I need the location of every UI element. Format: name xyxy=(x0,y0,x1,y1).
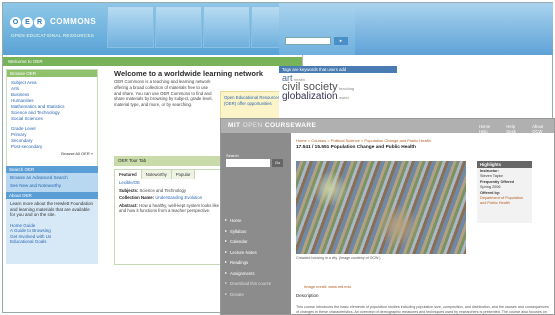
tag-cloud-header: Tags are keywords that users add xyxy=(279,66,397,73)
featured-title-link[interactable]: Lexible/OE xyxy=(119,180,140,185)
browse-list: Subject Area Arts Business Humanities Ma… xyxy=(7,77,97,153)
oer-search-input[interactable] xyxy=(285,37,331,45)
logo-letter-e: E xyxy=(22,17,33,28)
tour-bar[interactable]: OER Tour Tab xyxy=(114,156,225,166)
mit-main-content: Home > Courses > Political Science > Pop… xyxy=(296,133,554,314)
mit-ocw-window: MIT OPEN COURSEWARE Home Help Help Desk … xyxy=(220,118,555,315)
about-text: Learn more about the Hewlett Foundation … xyxy=(10,201,94,217)
offered-row: Offered by: Department of Population and … xyxy=(477,190,532,206)
green-bar-label: Welcome to OER xyxy=(8,59,43,64)
course-photo xyxy=(296,161,466,254)
tag-small[interactable]: world xyxy=(339,95,349,100)
oer-nav-tabs xyxy=(107,6,298,48)
instructor-label: Instructor: xyxy=(480,169,499,173)
search-panel: Search OER Browse an Advanced Search See… xyxy=(6,166,98,194)
tag-cloud-panel: Tags are keywords that users add art hea… xyxy=(279,66,397,126)
about-panel: About OER Learn more about the Hewlett F… xyxy=(6,192,98,264)
course-title: 17.541 / 15.551 Population Change and Pu… xyxy=(296,145,416,150)
tab-row: Featured Noteworthy Popular xyxy=(115,170,224,179)
nav-tab-2[interactable] xyxy=(155,6,202,48)
oer-search-button[interactable]: ► xyxy=(334,37,348,45)
mit-course-menu: Home Syllabus Calendar Lecture Notes Rea… xyxy=(221,215,291,299)
offered-label: Offered by: xyxy=(480,191,501,196)
oer-logo[interactable]: O E R xyxy=(10,17,45,28)
welcome-text: OER Commons is a teaching and learning n… xyxy=(114,79,213,108)
subject-value: Science and Technology xyxy=(139,187,187,193)
featured-abstract-row: Abstract: How a healthy, well-kept syste… xyxy=(115,202,224,215)
mit-menu-item[interactable]: Calendar xyxy=(221,236,291,247)
instructor-name: Steven Taylor xyxy=(480,173,503,178)
featured-collection-row: Collection Name: Understanding Evolution xyxy=(115,194,224,202)
department-link[interactable]: Department of Population and Public Heal… xyxy=(480,196,523,205)
tab-popular[interactable]: Popular xyxy=(171,170,196,179)
instructor-row: Instructor: Steven Taylor xyxy=(477,168,532,179)
featured-subject-row: Subjects: Science and Technology xyxy=(115,187,224,195)
mit-menu-item[interactable]: Lecture Notes xyxy=(221,247,291,258)
breadcrumb[interactable]: Home > Courses > Political Science > Pop… xyxy=(296,138,431,143)
search-panel-header: Search OER xyxy=(6,166,98,173)
level-label: Frequently Offered xyxy=(480,180,514,185)
mit-menu-item[interactable]: Download this course xyxy=(221,278,291,289)
search-link[interactable]: See New and Noteworthy xyxy=(6,183,98,191)
description-text: This course introduces the basic element… xyxy=(296,305,549,314)
collection-label: Collection Name: xyxy=(119,195,155,201)
mit-menu-item[interactable]: Readings xyxy=(221,257,291,268)
about-link[interactable]: Home Guide xyxy=(6,220,98,229)
mit-menu-item[interactable]: Donate xyxy=(221,289,291,300)
welcome-title: Welcome to a worldwide learning network xyxy=(114,69,264,78)
image-credit-link[interactable]: Image credit: www.mit.edu xyxy=(304,284,351,289)
tag-cloud: art health civil society teaching global… xyxy=(279,73,397,104)
mit-sidebar: Search Go Home Syllabus Calendar Lecture… xyxy=(221,133,291,314)
browse-item[interactable]: Post-secondary xyxy=(11,144,93,150)
logo-word: COMMONS xyxy=(50,17,97,26)
level-row: Frequently Offered Spring 2006 xyxy=(477,179,532,190)
mit-logo-courseware: COURSEWARE xyxy=(264,122,317,129)
highlights-header: Highlights xyxy=(477,161,532,168)
browse-header: Browse OER xyxy=(7,70,97,77)
tab-featured[interactable]: Featured xyxy=(115,170,142,179)
mit-logo-open: OPEN xyxy=(242,122,263,129)
featured-title-row: Lexible/OE xyxy=(115,179,224,187)
nav-tab-1[interactable] xyxy=(107,6,154,48)
mit-search-label: Search xyxy=(226,153,239,158)
mit-logo[interactable]: MIT OPEN COURSEWARE xyxy=(228,122,316,129)
photo-caption: Crowded housing in a city. (Image courte… xyxy=(296,256,381,260)
mit-menu-item[interactable]: Home xyxy=(221,215,291,226)
search-link[interactable]: Browse an Advanced Search xyxy=(6,173,98,183)
tab-noteworthy[interactable]: Noteworthy xyxy=(141,170,172,179)
nav-tab-3[interactable] xyxy=(203,6,250,48)
level-value: Spring 2006 xyxy=(480,184,501,189)
featured-tabs-box: Featured Noteworthy Popular Lexible/OE S… xyxy=(114,169,225,265)
about-link[interactable]: Educational Goals xyxy=(6,239,98,247)
subject-label: Subjects: xyxy=(119,187,139,193)
browse-all-link[interactable]: Browse All OER » xyxy=(7,151,97,156)
mit-search-input[interactable] xyxy=(226,159,270,167)
mit-menu-item[interactable]: Assignments xyxy=(221,268,291,279)
description-header: Description xyxy=(296,293,319,298)
highlights-box: Highlights Instructor: Steven Taylor Freq… xyxy=(477,161,532,223)
mit-search-go-button[interactable]: Go xyxy=(272,159,283,167)
mit-menu-item[interactable]: Syllabus xyxy=(221,226,291,237)
collection-link[interactable]: Understanding Evolution xyxy=(155,195,202,200)
tag-small[interactable]: teaching xyxy=(339,86,354,91)
logo-letter-o: O xyxy=(10,17,21,28)
about-header: About OER xyxy=(6,192,98,199)
mit-logo-mit: MIT xyxy=(228,122,241,129)
tag[interactable]: globalization xyxy=(282,91,338,102)
logo-subtitle: OPEN EDUCATIONAL RESOURCES xyxy=(11,33,95,38)
logo-letter-r: R xyxy=(34,17,45,28)
abstract-label: Abstract: xyxy=(119,202,138,208)
green-welcome-bar: Welcome to OER xyxy=(3,57,302,66)
oer-search-area: ► xyxy=(279,3,355,55)
